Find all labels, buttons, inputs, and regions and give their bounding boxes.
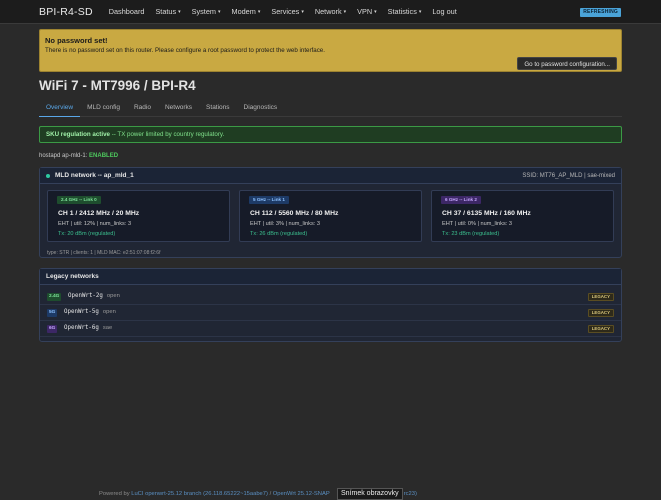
- nav-item-log-out[interactable]: Log out: [432, 7, 456, 16]
- mld-ssid-info: SSID: MT76_AP_MLD | sae-mixed: [522, 172, 615, 179]
- link-eht-info: EHT | util: 3% | num_links: 3: [250, 221, 320, 227]
- ssid-name: OpenWrt-5g: [64, 309, 99, 315]
- chevron-down-icon: ▾: [301, 9, 304, 15]
- footer-pre: Powered by: [99, 491, 132, 497]
- nav-item-label: Status: [155, 7, 177, 16]
- link-eht-info: EHT | util: 0% | num_links: 3: [442, 221, 512, 227]
- legacy-badge: LEGACY: [587, 293, 614, 301]
- main-menu: Dashboard Status ▾ System ▾ Modem ▾ Services ▾ Ne…: [109, 7, 468, 16]
- legacy-ssid: OpenWrt-6g sae: [64, 325, 112, 331]
- mld-title: MLD network -- ap_mld_1: [55, 172, 134, 179]
- nav-item-label: Modem: [231, 7, 256, 16]
- no-password-alert: No password set! There is no password se…: [39, 29, 622, 72]
- hostapd-label: hostapd ap-mld-1:: [39, 153, 90, 159]
- encryption-type: open: [106, 293, 120, 299]
- legacy-network-row: 2.4G OpenWrt-2g open LEGACY: [40, 289, 621, 305]
- top-navbar: BPI-R4-SD Dashboard Status ▾ System ▾ Modem ▾ S…: [0, 0, 661, 24]
- legacy-badge: LEGACY: [587, 325, 614, 333]
- sku-rest: -- TX power limited by country regulator…: [109, 131, 225, 138]
- nav-item-label: Statistics: [387, 7, 417, 16]
- nav-item-label: Network: [314, 7, 342, 16]
- legacy-ssid: OpenWrt-5g open: [64, 309, 116, 315]
- link-eht-info: EHT | util: 12% | num_links: 3: [58, 221, 132, 227]
- mld-footer: type: STR | clients: 1 | MLD MAC: e2:51:…: [47, 250, 161, 256]
- tab-overview[interactable]: Overview: [39, 102, 81, 117]
- password-config-button[interactable]: Go to password configuration...: [517, 57, 617, 70]
- legacy-network-row: 6G OpenWrt-6g sae LEGACY: [40, 321, 621, 337]
- chevron-down-icon: ▾: [343, 9, 347, 15]
- link-band-badge: 2.4 GHz -- Link 0: [57, 196, 101, 204]
- nav-item-system[interactable]: System ▾: [192, 7, 221, 16]
- tab-diagnostics[interactable]: Diagnostics: [237, 102, 285, 117]
- status-dot-icon: [46, 174, 50, 178]
- link-band-badge: 5 GHz -- Link 1: [249, 196, 289, 204]
- alert-title: No password set!: [45, 36, 108, 45]
- tab-stations[interactable]: Stations: [199, 102, 237, 117]
- legacy-network-row: 5G OpenWrt-5g open LEGACY: [40, 305, 621, 321]
- tab-radio[interactable]: Radio: [127, 102, 158, 117]
- screenshot-tooltip: Snímek obrazovky: [337, 488, 403, 500]
- luci-link[interactable]: LuCI openwrt-25.12 branch (26.118.65222~…: [131, 491, 268, 497]
- band-badge: 2.4G: [47, 293, 62, 301]
- nav-item-label: Services: [271, 7, 300, 16]
- chevron-down-icon: ▾: [257, 9, 261, 15]
- tab-bar: Overview MLD config Radio Networks Stations D…: [39, 102, 622, 117]
- mld-card-header: MLD network -- ap_mld_1 SSID: MT76_AP_ML…: [40, 168, 621, 184]
- sku-strong: SKU regulation active: [46, 131, 110, 138]
- link-tx-power: Tx: 26 dBm (regulated): [250, 231, 308, 237]
- nav-item-vpn[interactable]: VPN ▾: [357, 7, 377, 16]
- chevron-down-icon: ▾: [374, 9, 377, 15]
- chevron-down-icon: ▾: [418, 9, 422, 15]
- footer-tail: rc23): [403, 491, 417, 497]
- ssid-name: OpenWrt-2g: [68, 293, 103, 299]
- mld-network-card: MLD network -- ap_mld_1 SSID: MT76_AP_ML…: [39, 167, 622, 258]
- mld-link-card: 5 GHz -- Link 1 CH 112 / 5560 MHz / 80 MH…: [239, 190, 422, 242]
- chevron-down-icon: ▾: [217, 9, 221, 15]
- legacy-ssid: OpenWrt-2g open: [68, 293, 120, 299]
- mld-link-card: 6 GHz -- Link 2 CH 37 / 6135 MHz / 160 MH…: [431, 190, 614, 242]
- nav-item-modem[interactable]: Modem ▾: [231, 7, 260, 16]
- legacy-networks-card: Legacy networks 2.4G OpenWrt-2g open LEGACY…: [39, 268, 622, 342]
- band-badge: 5G: [47, 309, 58, 317]
- legacy-badge: LEGACY: [587, 309, 614, 317]
- page-title: WiFi 7 - MT7996 / BPI-R4: [39, 78, 196, 93]
- encryption-type: open: [102, 309, 116, 315]
- legacy-title: Legacy networks: [40, 269, 621, 285]
- link-band-badge: 6 GHz -- Link 2: [441, 196, 481, 204]
- band-badge: 6G: [47, 325, 58, 333]
- hostapd-status: hostapd ap-mld-1: ENABLED: [39, 153, 118, 159]
- mld-link-card: 2.4 GHz -- Link 0 CH 1 / 2412 MHz / 20 MH…: [47, 190, 230, 242]
- alert-text: There is no password set on this router.…: [45, 47, 325, 54]
- nav-item-status[interactable]: Status ▾: [155, 7, 180, 16]
- tab-networks[interactable]: Networks: [158, 102, 199, 117]
- nav-item-dashboard[interactable]: Dashboard: [109, 7, 145, 16]
- ssid-name: OpenWrt-6g: [64, 325, 99, 331]
- nav-item-label: Dashboard: [108, 7, 145, 16]
- nav-item-label: Log out: [432, 7, 457, 16]
- tab-mld-config[interactable]: MLD config: [80, 102, 127, 117]
- link-channel: CH 37 / 6135 MHz / 160 MHz: [442, 210, 531, 217]
- nav-item-statistics[interactable]: Statistics ▾: [388, 7, 422, 16]
- refreshing-badge: REFRESHING: [580, 8, 621, 17]
- sku-regulation-alert: SKU regulation active -- TX power limite…: [39, 126, 622, 143]
- link-channel: CH 1 / 2412 MHz / 20 MHz: [58, 210, 140, 217]
- encryption-type: sae: [102, 325, 113, 331]
- hostapd-state: ENABLED: [89, 153, 119, 159]
- chevron-down-icon: ▾: [178, 9, 181, 15]
- nav-item-network[interactable]: Network ▾: [315, 7, 346, 16]
- nav-item-label: VPN: [357, 7, 373, 16]
- link-tx-power: Tx: 23 dBm (regulated): [442, 231, 500, 237]
- openwrt-link[interactable]: OpenWrt 25.12-SNAP: [273, 491, 330, 497]
- nav-item-label: System: [191, 7, 216, 16]
- link-tx-power: Tx: 20 dBm (regulated): [58, 231, 116, 237]
- nav-item-services[interactable]: Services ▾: [271, 7, 304, 16]
- link-channel: CH 112 / 5560 MHz / 80 MHz: [250, 210, 339, 217]
- brand-logo[interactable]: BPI-R4-SD: [39, 6, 93, 18]
